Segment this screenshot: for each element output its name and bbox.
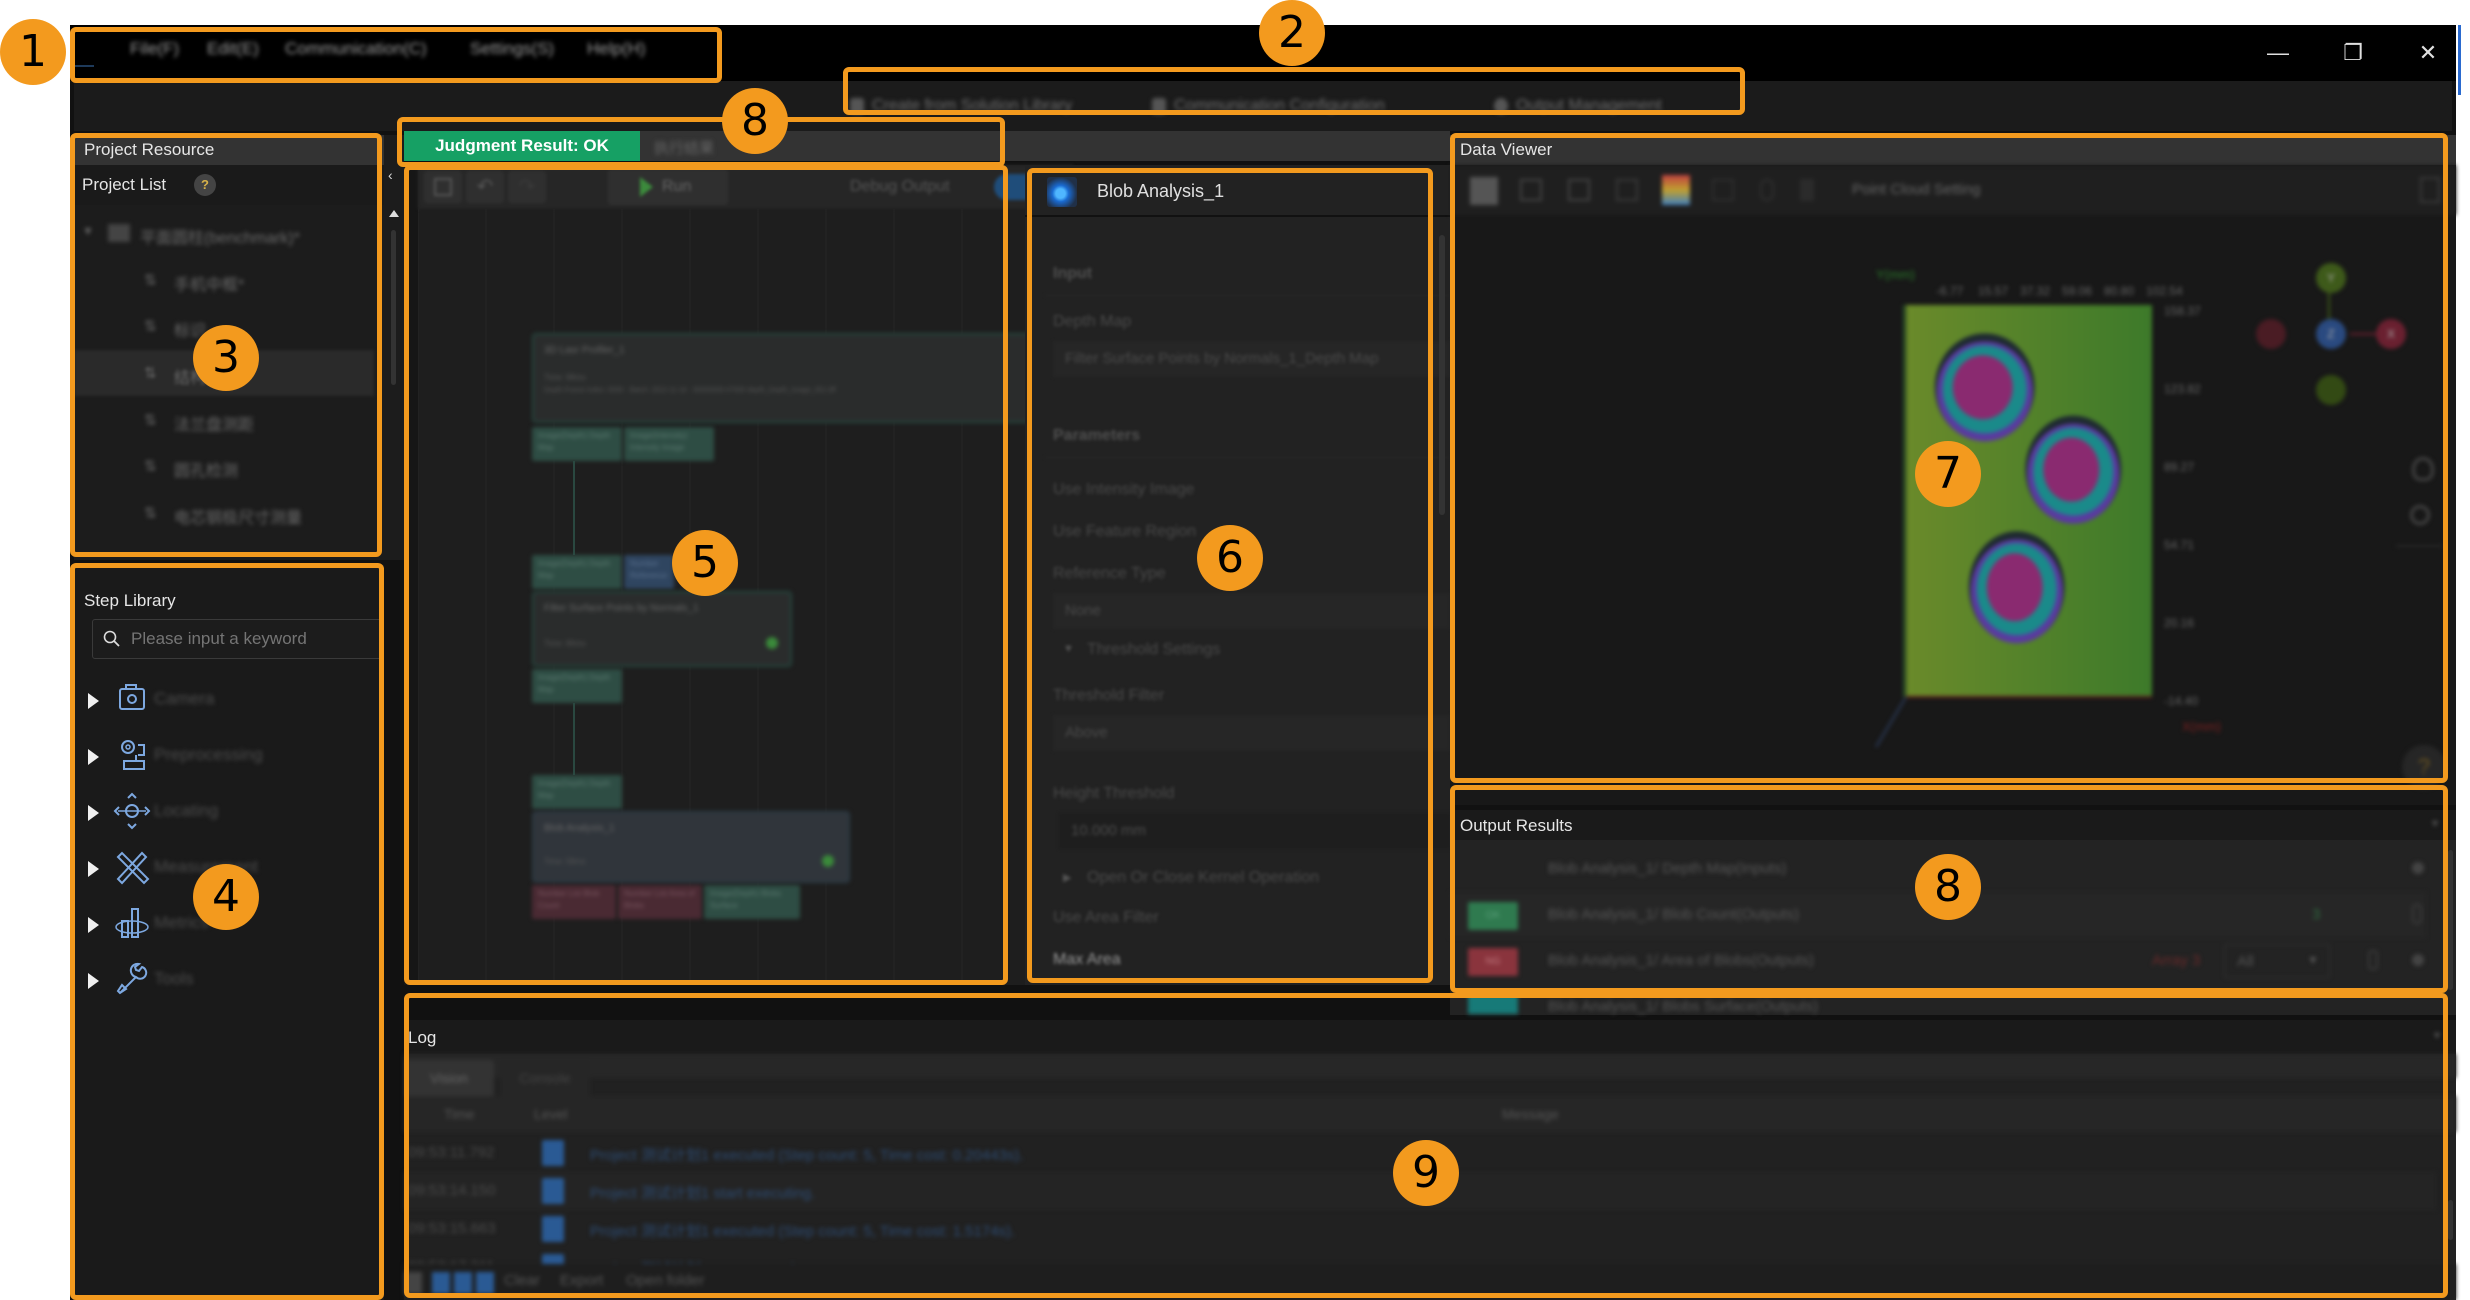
minimize-button[interactable]: — [2253,35,2303,71]
project-list-scrollbar[interactable] [391,230,396,385]
annotation-marker-8-output: 8 [1915,854,1981,920]
collapse-panel-icon[interactable]: ‹ [388,167,393,183]
window-edge-accent [2458,25,2461,95]
annotation-marker-9: 9 [1393,1140,1459,1206]
properties-scrollbar[interactable] [1439,235,1445,515]
annotation-marker-6: 6 [1197,525,1263,591]
restore-icon: ❐ [2343,40,2363,65]
minimize-icon: — [2267,40,2289,65]
annotation-box-judgment [397,117,1005,167]
close-button[interactable]: ✕ [2403,35,2453,71]
annotation-marker-5: 5 [672,530,738,596]
log-scrollbar[interactable] [2448,1200,2453,1240]
annotation-marker-1: 1 [0,19,66,85]
restore-button[interactable]: ❐ [2328,35,2378,71]
close-icon: ✕ [2418,40,2438,65]
annotation-marker-2: 2 [1259,0,1325,66]
annotation-box-menu [70,27,722,83]
annotation-box-toolbar [843,67,1745,115]
annotation-marker-3: 3 [193,325,259,391]
annotation-marker-8-judgment: 8 [722,88,788,154]
annotation-marker-4: 4 [193,864,259,930]
annotation-marker-7: 7 [1915,441,1981,507]
project-list-scroll-area: ‹ [384,135,404,560]
output-scrollbar[interactable] [2448,850,2453,990]
annotation-box-step-library [70,563,384,1300]
scroll-up-icon[interactable] [389,210,399,217]
